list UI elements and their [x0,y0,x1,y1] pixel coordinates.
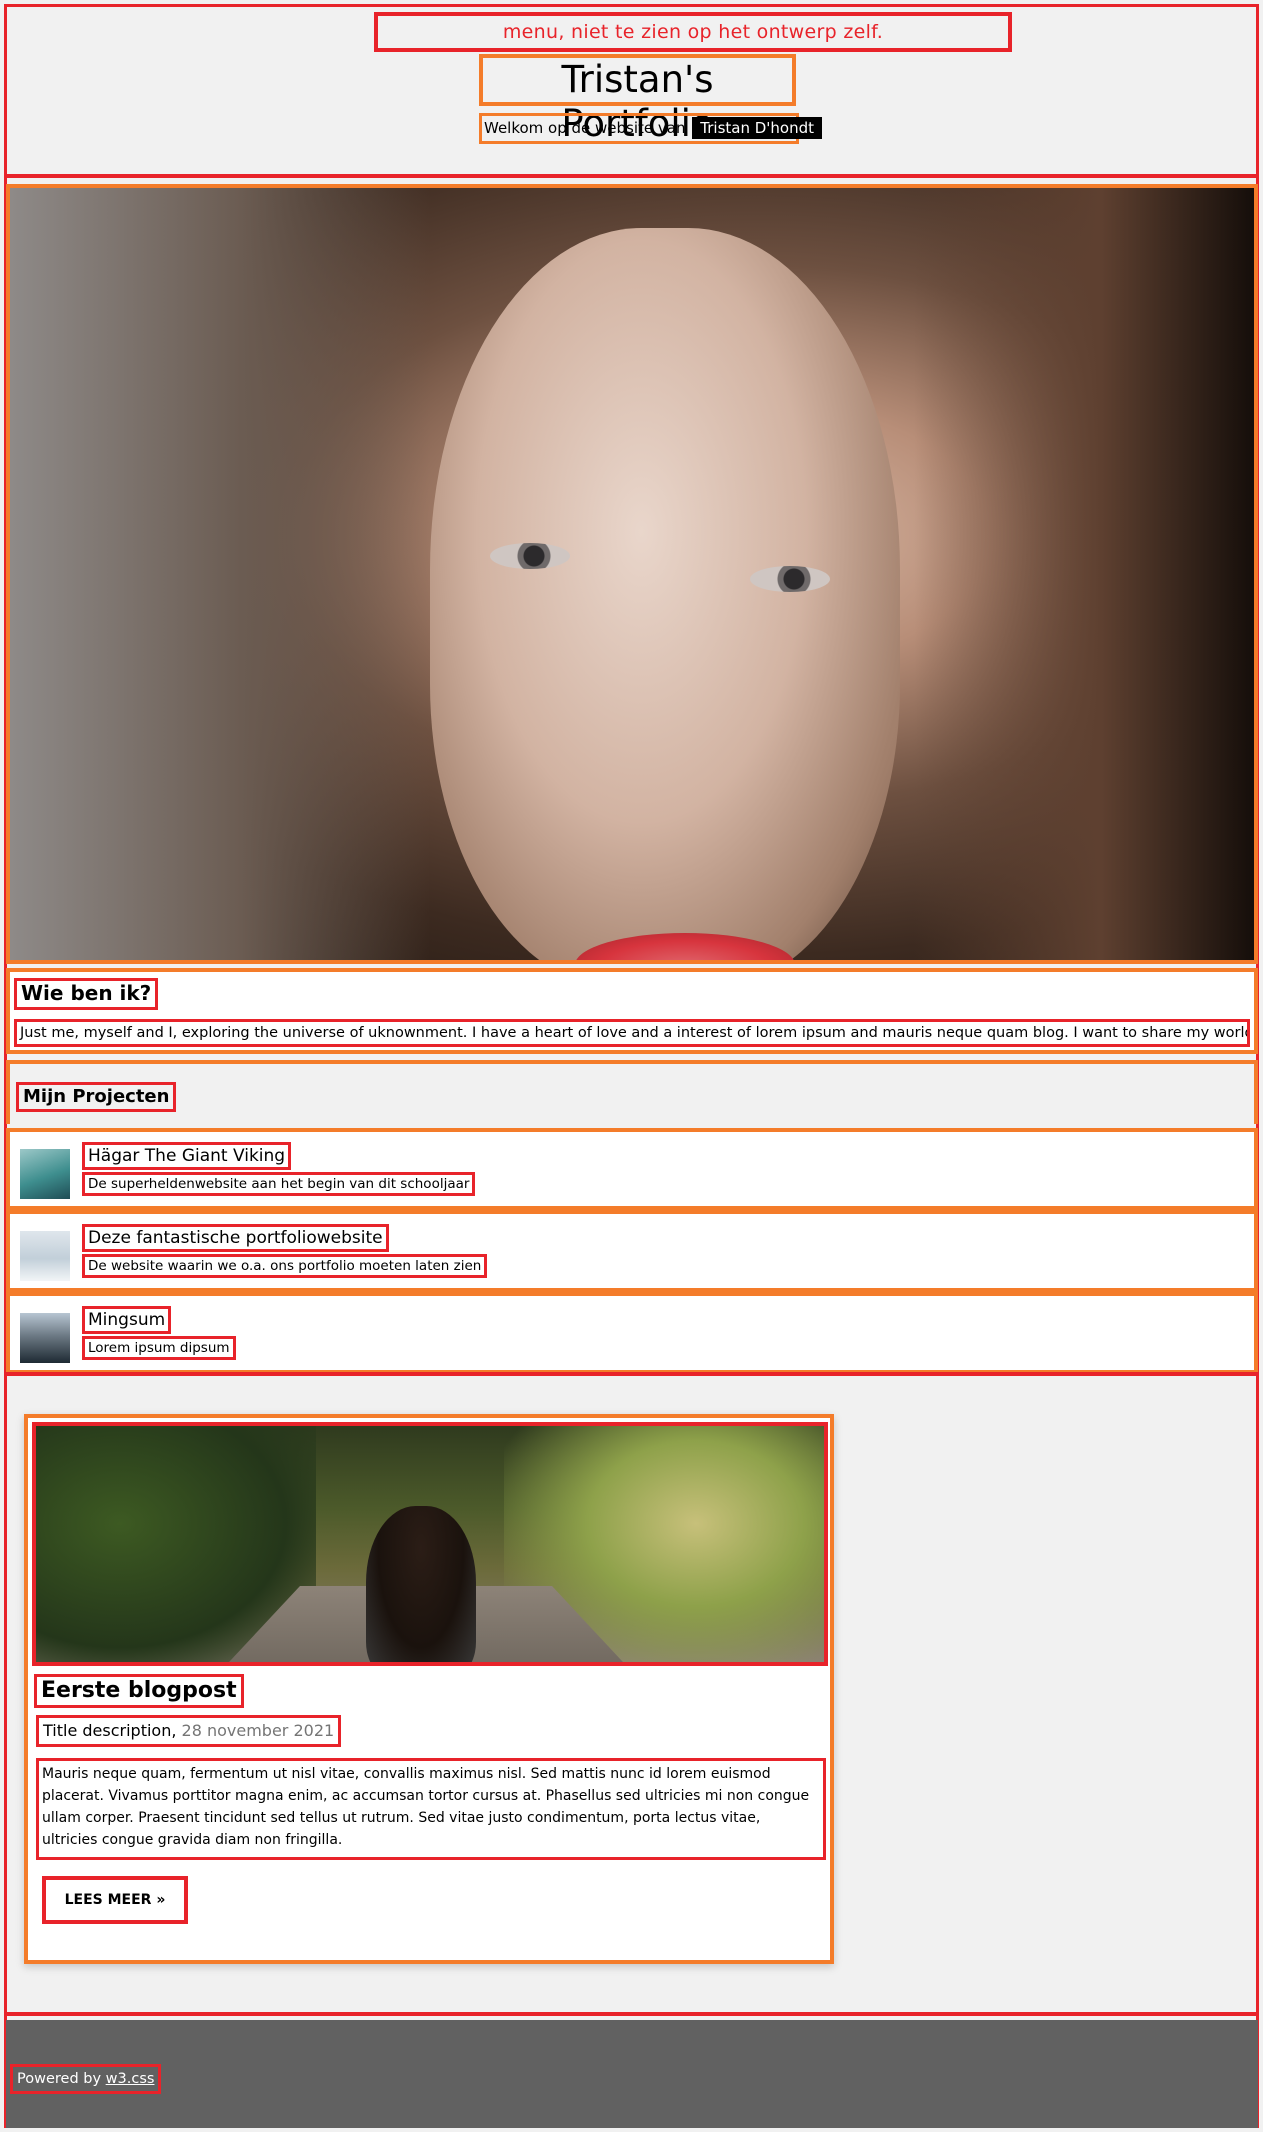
project-title: Mingsum [82,1306,172,1334]
project-description: De superheldenwebsite aan het begin van … [82,1172,476,1196]
hero-portrait-image [6,184,1258,964]
project-title: Deze fantastische portfoliowebsite [82,1224,389,1252]
menu-placeholder-note: menu, niet te zien op het ontwerp zelf. [374,12,1012,52]
hero-eye-left [490,543,570,569]
page-footer: Powered by w3.css [6,2020,1258,2128]
project-item[interactable]: Hägar The Giant Viking De superheldenweb… [6,1128,1258,1210]
owner-name-tag: Tristan D'hondt [692,117,823,139]
about-section: Wie ben ik? Just me, myself and I, explo… [6,968,1258,1054]
project-thumbnail [20,1149,70,1199]
w3css-link[interactable]: w3.css [106,2071,155,2087]
blog-card: Eerste blogpost Title description, 28 no… [24,1414,834,1964]
blog-date: 28 november 2021 [181,1721,335,1740]
about-title: Wie ben ik? [14,978,159,1010]
blog-section: Eerste blogpost Title description, 28 no… [6,1372,1258,2016]
project-title: Hägar The Giant Viking [82,1142,292,1170]
blog-title: Eerste blogpost [34,1674,244,1708]
footer-credit: Powered by w3.css [10,2064,162,2094]
project-description: De website waarin we o.a. ons portfolio … [82,1254,488,1278]
blog-card-image [32,1422,828,1666]
project-item[interactable]: Mingsum Lorem ipsum dipsum [6,1292,1258,1374]
hero-face [430,228,900,960]
project-item[interactable]: Deze fantastische portfoliowebsite De we… [6,1210,1258,1292]
blog-subtitle: Title description, 28 november 2021 [36,1715,342,1747]
read-more-button[interactable]: LEES MEER » [42,1876,188,1924]
projects-title: Mijn Projecten [16,1082,177,1112]
hero-hair-left [10,188,430,960]
blog-body: Mauris neque quam, fermentum ut nisl vit… [36,1758,826,1860]
hero-eye-right [750,566,830,592]
project-thumbnail [20,1231,70,1281]
project-thumbnail [20,1313,70,1363]
page-header: menu, niet te zien op het ontwerp zelf. … [6,6,1256,178]
site-title: Tristan's Portfolio [479,54,796,145]
welcome-line: Welkom op de website van Tristan D'hondt [479,113,823,144]
footer-prefix: Powered by [17,2071,102,2087]
blog-subtitle-text: Title description, [43,1721,177,1740]
project-description: Lorem ipsum dipsum [82,1336,236,1360]
about-text: Just me, myself and I, exploring the uni… [14,1019,1250,1047]
hero-hair-right [914,188,1254,960]
welcome-text: Welkom op de website van [484,119,686,137]
projects-section-header: Mijn Projecten [6,1060,1258,1124]
blog-image-person [366,1506,476,1662]
